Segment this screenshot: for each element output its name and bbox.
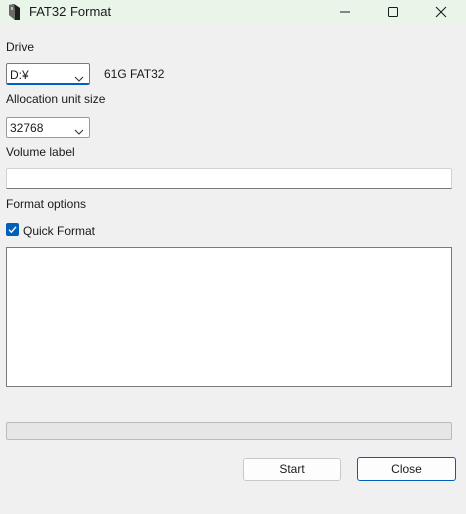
format-options-label: Format options bbox=[6, 197, 87, 211]
quick-format-label[interactable]: Quick Format bbox=[23, 224, 95, 238]
usb-drive-icon bbox=[8, 3, 22, 21]
window-title: FAT32 Format bbox=[29, 4, 112, 19]
start-button[interactable]: Start bbox=[243, 458, 341, 481]
drive-label: Drive bbox=[6, 40, 35, 54]
allocation-select-value: 32768 bbox=[10, 121, 44, 135]
drive-select-value: D:¥ bbox=[10, 68, 29, 82]
allocation-label: Allocation unit size bbox=[6, 92, 106, 106]
minimize-button[interactable] bbox=[322, 0, 368, 24]
maximize-icon bbox=[387, 6, 399, 18]
maximize-button[interactable] bbox=[370, 0, 416, 24]
volume-label: Volume label bbox=[6, 145, 75, 159]
volume-label-input[interactable] bbox=[6, 168, 452, 189]
minimize-icon bbox=[339, 6, 351, 18]
fat32-format-window: FAT32 Format Drive D:¥ 61G FAT32 Allocat… bbox=[0, 0, 466, 514]
progress-bar bbox=[6, 422, 452, 440]
close-window-button[interactable] bbox=[418, 0, 464, 24]
log-textarea[interactable] bbox=[6, 247, 452, 387]
quick-format-checkbox[interactable] bbox=[6, 223, 19, 236]
drive-select[interactable]: D:¥ bbox=[6, 63, 90, 85]
focus-underline bbox=[7, 83, 89, 85]
close-button[interactable]: Close bbox=[357, 457, 456, 481]
title-bar[interactable]: FAT32 Format bbox=[0, 0, 466, 24]
chevron-down-icon bbox=[74, 124, 84, 138]
close-icon bbox=[435, 6, 447, 18]
allocation-select[interactable]: 32768 bbox=[6, 117, 90, 138]
drive-info: 61G FAT32 bbox=[104, 67, 165, 81]
